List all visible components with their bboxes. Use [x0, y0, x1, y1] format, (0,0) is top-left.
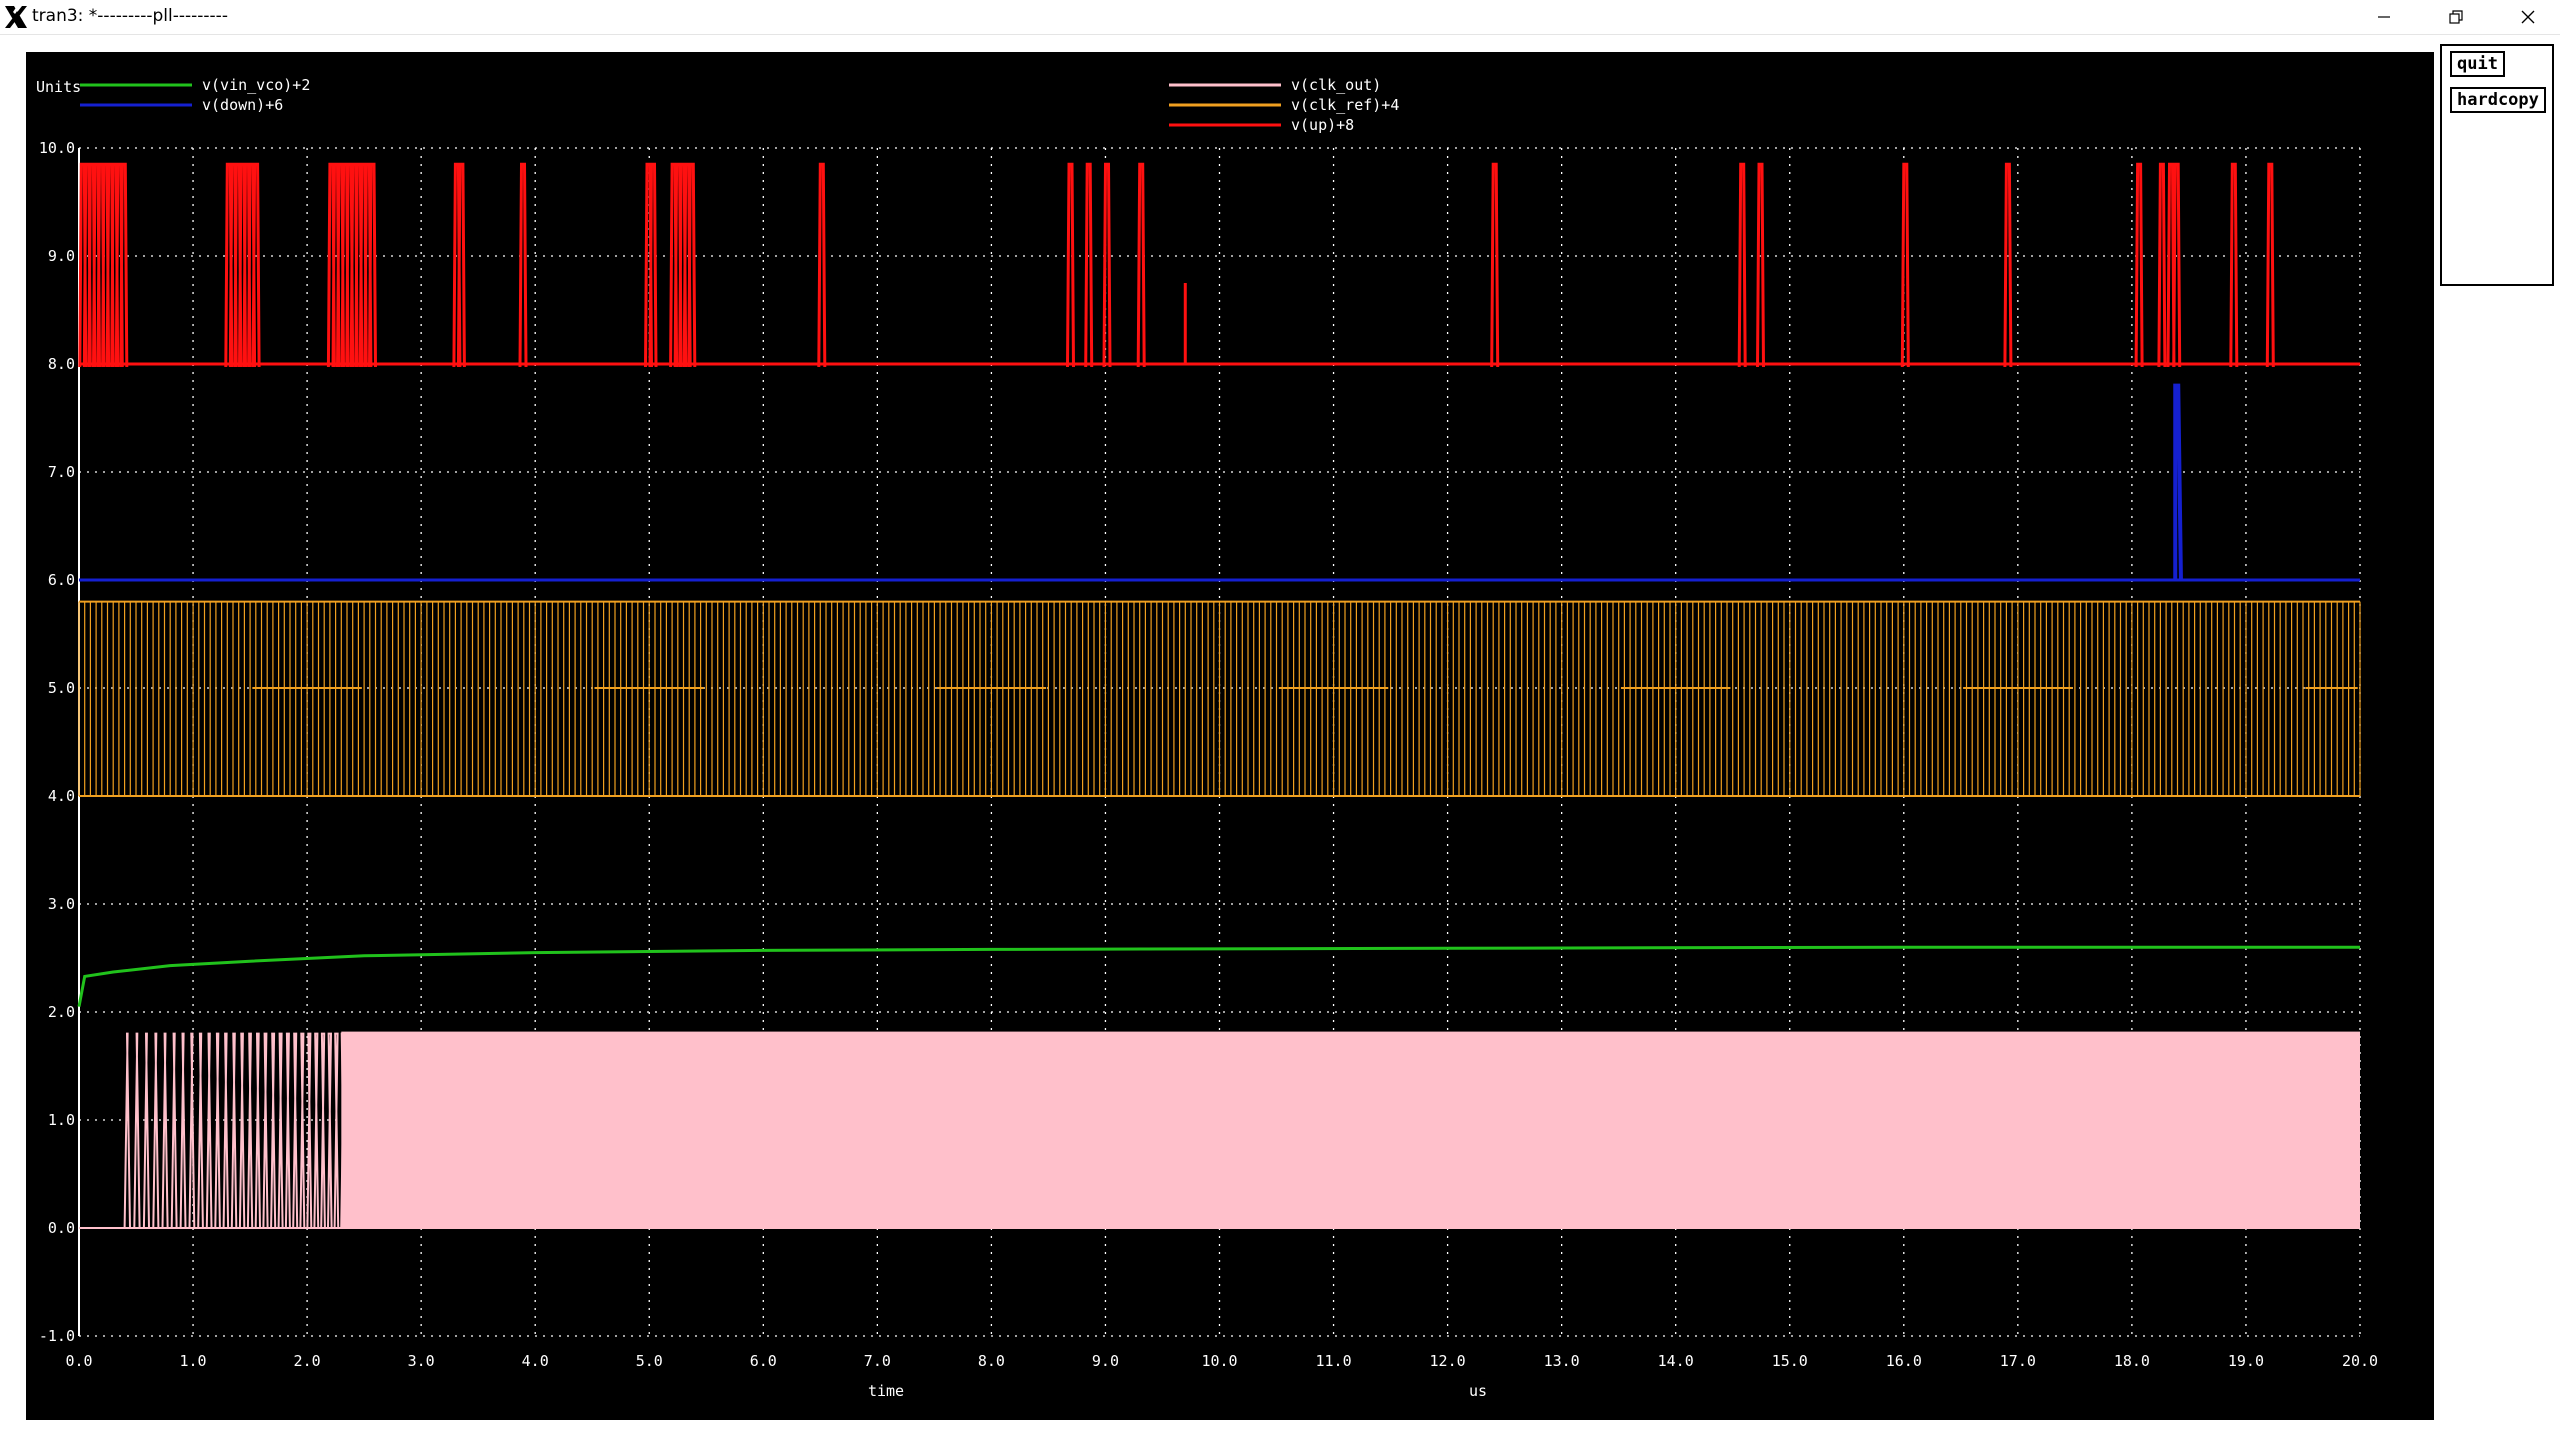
y-tick-label: 2.0: [48, 1003, 75, 1021]
x-tick-label: 2.0: [294, 1352, 321, 1370]
close-button[interactable]: [2492, 0, 2560, 34]
x-tick-label: 5.0: [636, 1352, 663, 1370]
y-tick-label: 1.0: [48, 1111, 75, 1129]
x-axis-label: time: [868, 1382, 904, 1400]
legend-label: v(down)+6: [202, 96, 283, 114]
series-clk-ref: [78, 600, 2361, 797]
legend-label: v(clk_ref)+4: [1291, 96, 1399, 114]
y-tick-label: 3.0: [48, 895, 75, 913]
minimize-icon: [2378, 16, 2390, 18]
x-tick-label: 0.0: [65, 1352, 92, 1370]
waveform-canvas: 10.0 9.0 8.0 7.0 6.0 5.0 4.0 3.0 2.0 1.0 0.0 -1.0 0.…: [36, 76, 2378, 1400]
y-tick-label: 10.0: [39, 139, 75, 157]
x-tick-label: 15.0: [1772, 1352, 1808, 1370]
y-tick-label: 0.0: [48, 1219, 75, 1237]
x-tick-label: 20.0: [2342, 1352, 2378, 1370]
series-down: [79, 383, 2360, 582]
x-tick-label: 19.0: [2228, 1352, 2264, 1370]
x-tick-label: 17.0: [2000, 1352, 2036, 1370]
side-panel: quit hardcopy: [2440, 44, 2554, 286]
x-tick-label: 16.0: [1886, 1352, 1922, 1370]
x-tick-label: 11.0: [1315, 1352, 1351, 1370]
y-tick-label: 9.0: [48, 247, 75, 265]
legend-label: v(up)+8: [1291, 116, 1354, 134]
clk-ref-gap-edges: [249, 601, 2355, 796]
x-tick-label: 7.0: [864, 1352, 891, 1370]
x-tick-label: 1.0: [180, 1352, 207, 1370]
x-tick-label: 18.0: [2114, 1352, 2150, 1370]
x-tick-label: 13.0: [1544, 1352, 1580, 1370]
clk-out-startup: [123, 1032, 346, 1229]
x-tick-label: 3.0: [408, 1352, 435, 1370]
y-tick-label: 8.0: [48, 355, 75, 373]
series-up: [78, 162, 2360, 368]
x-tick-label: 4.0: [522, 1352, 549, 1370]
close-icon: [2521, 10, 2535, 24]
x-window-icon: [5, 6, 27, 28]
units-label: Units: [36, 78, 81, 96]
x-tick-label: 10.0: [1201, 1352, 1237, 1370]
maximize-button[interactable]: [2420, 0, 2492, 34]
down-pulse: [2173, 383, 2183, 581]
title-bar: tran3: *---------pll---------: [0, 0, 2560, 35]
y-tick-label: 6.0: [48, 571, 75, 589]
maximize-icon: [2449, 10, 2463, 24]
legend-label: v(clk_out): [1291, 76, 1381, 94]
x-units-label: us: [1469, 1382, 1487, 1400]
clk-out-dense: [341, 1031, 2361, 1228]
series-clk-out: [79, 1031, 2361, 1229]
window-title: tran3: *---------pll---------: [32, 6, 228, 26]
waveform-plot[interactable]: 10.0 9.0 8.0 7.0 6.0 5.0 4.0 3.0 2.0 1.0 0.0 -1.0 0.…: [26, 52, 2434, 1420]
up-pulses: [78, 162, 2275, 368]
y-tick-label: 7.0: [48, 463, 75, 481]
x-tick-label: 6.0: [750, 1352, 777, 1370]
x-tick-label: 12.0: [1430, 1352, 1466, 1370]
x-tick-label: 8.0: [978, 1352, 1005, 1370]
y-tick-label: -1.0: [39, 1327, 75, 1345]
quit-button[interactable]: quit: [2450, 51, 2505, 77]
minimize-button[interactable]: [2348, 0, 2420, 34]
y-tick-label: 4.0: [48, 787, 75, 805]
legend-label: v(vin_vco)+2: [202, 76, 310, 94]
x-tick-label: 14.0: [1658, 1352, 1694, 1370]
x-tick-label: 9.0: [1092, 1352, 1119, 1370]
hardcopy-button[interactable]: hardcopy: [2450, 87, 2546, 113]
y-tick-label: 5.0: [48, 679, 75, 697]
